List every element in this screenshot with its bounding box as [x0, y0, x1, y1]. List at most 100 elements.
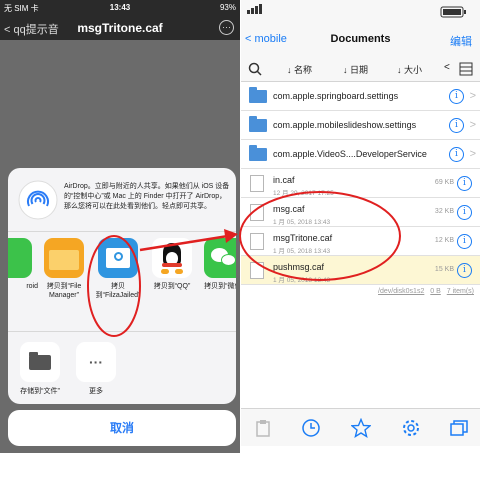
bottom-toolbar: [241, 408, 480, 446]
share-app-qq[interactable]: 拷贝到“QQ”: [146, 238, 198, 291]
storage-size[interactable]: 0 B: [430, 288, 441, 295]
info-icon[interactable]: i: [457, 176, 472, 191]
file-date: 1 月 05, 2018 13:43: [273, 219, 331, 226]
share-sheet: AirDrop。立即与附近的人共享。如果他们从 iOS 设备的“控制中心”或 M…: [8, 168, 236, 404]
folder-icon: [249, 145, 267, 161]
share-app-label: roid: [26, 283, 38, 290]
storage-path[interactable]: /dev/disk0s1s2: [378, 288, 424, 295]
more-action[interactable]: ··· 更多: [68, 342, 124, 396]
file-icon: [250, 175, 264, 192]
qq-app-icon: [152, 238, 192, 278]
share-app-file-manager[interactable]: 拷贝到“File Manager”: [38, 238, 90, 300]
airdrop-section[interactable]: AirDrop。立即与附近的人共享。如果他们从 iOS 设备的“控制中心”或 M…: [8, 168, 236, 232]
chevron-right-icon: >: [469, 90, 476, 102]
storage-footer: /dev/disk0s1s2 0 B 7 item(s): [241, 288, 474, 295]
battery-text: 93%: [219, 3, 236, 12]
file-date: 12 月 29, 2017 17:25: [273, 190, 334, 197]
share-apps-row: roid 拷贝到“File Manager” 拷贝 到“FilzaJailed”: [8, 232, 236, 332]
info-icon[interactable]: i: [457, 205, 472, 220]
table-row[interactable]: com.apple.mobileslideshow.settings i >: [241, 111, 480, 140]
cancel-button[interactable]: 取消: [8, 410, 236, 446]
gear-icon[interactable]: [401, 418, 421, 438]
bottom-margin: [0, 453, 480, 480]
clock-text: 13:43: [109, 3, 131, 12]
file-date: 1 月 05, 2018 13:43: [273, 248, 331, 255]
action-label: 更多: [89, 388, 103, 395]
share-app-label: 拷贝到“QQ”: [153, 283, 191, 290]
wechat-app-icon: [204, 238, 236, 278]
file-date: 1 月 05, 2018 13:43: [273, 277, 331, 284]
file-icon: [250, 204, 264, 221]
share-app-label: 拷贝到“微信”: [204, 283, 236, 290]
file-name: msgTritone.caf: [273, 233, 333, 243]
sort-size-label: 大小: [404, 65, 423, 75]
search-icon[interactable]: [248, 62, 262, 76]
sort-bar: ↓ 名称 ↓ 日期 ↓ 大小 <: [241, 56, 480, 82]
file-size: 32 KB: [434, 208, 454, 215]
edit-button[interactable]: 编辑: [450, 33, 472, 49]
file-name: in.caf: [273, 175, 295, 185]
clock-icon[interactable]: [301, 418, 321, 438]
file-icon: [250, 262, 264, 279]
info-icon[interactable]: i: [449, 89, 464, 104]
table-row[interactable]: com.apple.VideoS....DeveloperService i >: [241, 140, 480, 169]
windows-icon[interactable]: [449, 418, 469, 438]
file-size: 69 KB: [434, 179, 454, 186]
table-row[interactable]: msgTritone.caf 1 月 05, 2018 13:43 12 KB …: [241, 227, 480, 256]
list-view-icon[interactable]: [459, 62, 473, 76]
filza-app-icon: [98, 238, 138, 278]
share-actions-row: 存储到“文件” ··· 更多: [8, 332, 236, 404]
page-title: msgTritone.caf: [77, 21, 163, 35]
folder-app-icon: [44, 238, 84, 278]
chevron-right-icon: >: [469, 148, 476, 160]
share-app-filza[interactable]: 拷贝 到“FilzaJailed”: [92, 238, 144, 300]
chevron-right-icon: >: [469, 119, 476, 131]
share-app-messages[interactable]: roid: [8, 238, 38, 291]
messages-app-icon: [8, 238, 32, 278]
table-row[interactable]: com.apple.springboard.settings i >: [241, 82, 480, 111]
nav-bar: < qq提示音 msgTritone.caf ···: [0, 16, 240, 40]
info-icon[interactable]: i: [449, 118, 464, 133]
nav-bar: < mobile Documents 编辑: [241, 24, 480, 56]
item-count[interactable]: 7 item(s): [447, 288, 474, 295]
folder-icon: [20, 342, 60, 382]
file-browser-screen: < mobile Documents 编辑 ↓ 名称 ↓ 日期 ↓ 大小 < c…: [241, 0, 480, 453]
folder-icon: [249, 116, 267, 132]
page-title: Documents: [330, 33, 391, 45]
file-name: com.apple.springboard.settings: [273, 91, 399, 101]
status-icons: [247, 4, 466, 18]
file-name: msg.caf: [273, 204, 305, 214]
folder-icon: [249, 87, 267, 103]
info-icon[interactable]: i: [457, 263, 472, 278]
status-bar: [241, 0, 480, 24]
info-icon[interactable]: i: [457, 234, 472, 249]
status-bar: 无 SIM 卡 13:43 93%: [0, 0, 240, 16]
sort-date-label: 日期: [350, 65, 369, 75]
sort-by-name[interactable]: ↓ 名称: [287, 63, 312, 76]
file-name: com.apple.mobileslideshow.settings: [273, 120, 417, 130]
sort-by-size[interactable]: ↓ 大小: [397, 63, 422, 76]
table-row[interactable]: msg.caf 1 月 05, 2018 13:43 32 KB i: [241, 198, 480, 227]
table-row[interactable]: in.caf 12 月 29, 2017 17:25 69 KB i: [241, 169, 480, 198]
action-label: 存储到“文件”: [20, 388, 60, 395]
screenshot-root: 无 SIM 卡 13:43 93% < qq提示音 msgTritone.caf…: [0, 0, 480, 480]
share-app-label: 拷贝 到“FilzaJailed”: [95, 283, 141, 299]
airdrop-icon: [18, 180, 58, 220]
share-app-wechat[interactable]: 拷贝到“微信”: [198, 238, 236, 291]
file-size: 15 KB: [434, 266, 454, 273]
more-icon[interactable]: ···: [219, 20, 234, 35]
share-app-label: 拷贝到“File Manager”: [46, 283, 82, 299]
file-name: com.apple.VideoS....DeveloperService: [273, 149, 427, 159]
file-size: 12 KB: [434, 237, 454, 244]
airdrop-description: AirDrop。立即与附近的人共享。如果他们从 iOS 设备的“控制中心”或 M…: [64, 183, 230, 210]
file-name: pushmsg.caf: [273, 262, 325, 272]
clipboard-icon[interactable]: [253, 418, 273, 438]
star-icon[interactable]: [351, 418, 371, 438]
save-to-files-action[interactable]: 存储到“文件”: [12, 342, 68, 396]
chevron-left-icon[interactable]: <: [444, 62, 450, 73]
sort-name-label: 名称: [294, 65, 313, 75]
info-icon[interactable]: i: [449, 147, 464, 162]
table-row[interactable]: pushmsg.caf 1 月 05, 2018 13:43 15 KB i: [241, 256, 480, 285]
share-sheet-screen: 无 SIM 卡 13:43 93% < qq提示音 msgTritone.caf…: [0, 0, 240, 453]
sort-by-date[interactable]: ↓ 日期: [343, 63, 368, 76]
